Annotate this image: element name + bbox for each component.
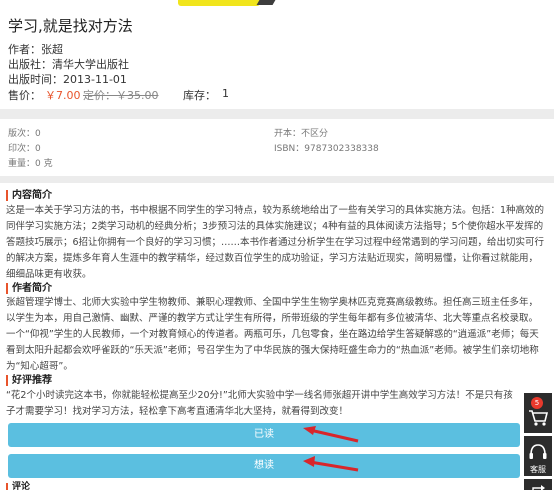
want-to-read-button[interactable]: 想读 <box>8 454 520 478</box>
printing-value: 0 <box>35 144 41 154</box>
summary-heading: 内容简介 <box>6 190 52 201</box>
isbn-value: 9787302338338 <box>304 144 379 154</box>
printing-label: 印次： <box>8 144 36 154</box>
pubdate-line: 出版时间：2013-11-01 <box>8 71 127 87</box>
author-intro-heading: 作者简介 <box>6 283 52 294</box>
cart-count-badge: 5 <box>531 397 543 409</box>
format-value: 不区分 <box>301 129 329 139</box>
pubdate-label: 出版时间： <box>8 73 63 86</box>
stock-label: 库存： <box>183 89 216 102</box>
weight-spec: 重量：0 克 <box>8 156 53 169</box>
list-price: 定价：￥35.00 <box>83 89 159 102</box>
weight-label: 重量： <box>8 159 36 169</box>
author-line: 作者：张超 <box>8 41 63 57</box>
edition-label: 版次： <box>8 129 36 139</box>
format-spec: 开本：不区分 <box>274 126 328 139</box>
isbn-label: ISBN： <box>274 144 305 154</box>
edition-spec: 版次：0 <box>8 126 41 139</box>
headset-icon <box>529 444 547 459</box>
share-icon <box>532 485 545 490</box>
price-row: 售价： ￥7.00 定价：￥35.00 库存： 1 <box>8 87 229 103</box>
publisher-line: 出版社：清华大学出版社 <box>8 56 129 72</box>
review-text: “花2个小时读完这本书，你就能轻松提高至少20分!”北师大实验中学一线名师张超开… <box>6 390 513 417</box>
arrow-annotation-want <box>303 456 359 472</box>
publisher-label: 出版社： <box>8 58 52 71</box>
author-value: 张超 <box>41 43 63 56</box>
spec-card: 版次：0 开本：不区分 印次：0 ISBN：9787302338338 重量：0… <box>0 119 554 176</box>
read-button[interactable]: 已读 <box>8 423 520 447</box>
book-info-card: 学习,就是找对方法 作者：张超 出版社：清华大学出版社 出版时间：2013-11… <box>0 0 554 109</box>
price-label: 售价： <box>8 89 41 102</box>
book-title: 学习,就是找对方法 <box>8 17 133 35</box>
review-heading: 好评推荐 <box>6 375 52 386</box>
printing-spec: 印次：0 <box>8 141 41 154</box>
arrow-annotation-read <box>303 426 359 443</box>
stock-value: 1 <box>222 87 229 100</box>
pubdate-value: 2013-11-01 <box>63 73 127 86</box>
format-label: 开本： <box>274 129 302 139</box>
weight-value: 0 克 <box>35 159 53 169</box>
author-label: 作者： <box>8 43 41 56</box>
share-float-button[interactable] <box>524 479 552 490</box>
summary-text: 这是一本关于学习方法的书，书中根据不同学生的学习特点，较为系统地给出了一些有关学… <box>6 205 545 280</box>
comments-heading: 评论 <box>6 483 30 490</box>
publisher-value: 清华大学出版社 <box>52 58 129 71</box>
isbn-spec: ISBN：9787302338338 <box>274 141 379 154</box>
service-label: 客服 <box>530 465 546 474</box>
book-cover <box>178 0 276 6</box>
author-intro-text: 张超管理学博士、北师大实验中学生物教师、兼职心理教师、全国中学生生物学奥林匹克竞… <box>6 297 539 372</box>
sale-price: ￥7.00 <box>45 89 81 102</box>
edition-value: 0 <box>35 129 41 139</box>
